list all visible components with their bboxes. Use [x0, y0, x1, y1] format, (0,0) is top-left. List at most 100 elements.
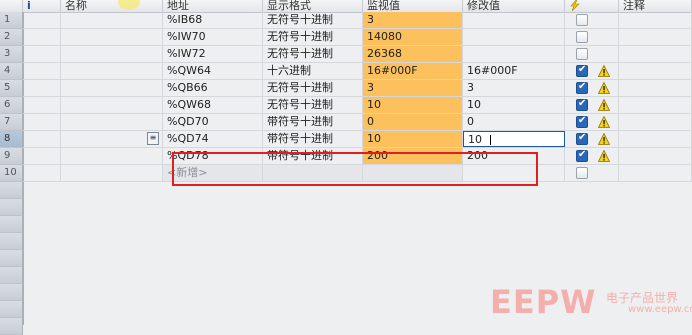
name-cell[interactable] — [61, 97, 163, 113]
table-row[interactable]: ≡ %QD74 带符号十进制 10 10 — [23, 131, 692, 148]
row-number[interactable]: 1 — [0, 12, 23, 29]
format-cell[interactable]: 无符号十进制 — [263, 29, 363, 45]
modify-enable-cell[interactable] — [565, 114, 619, 130]
address-column-header[interactable]: 地址 — [163, 0, 263, 12]
name-cell[interactable] — [61, 12, 163, 28]
row-number[interactable]: 2 — [0, 29, 23, 46]
modify-value-cell[interactable] — [463, 46, 565, 62]
address-cell[interactable]: %QB66 — [163, 80, 263, 96]
name-column-header[interactable]: 名称 — [61, 0, 163, 12]
info-cell[interactable] — [23, 148, 61, 164]
modify-value-cell[interactable]: 3 — [463, 80, 565, 96]
modify-enable-cell[interactable] — [565, 29, 619, 45]
modify-checkbox[interactable] — [576, 149, 588, 162]
modify-checkbox[interactable] — [576, 167, 588, 179]
info-cell[interactable] — [23, 46, 61, 62]
name-cell[interactable] — [61, 80, 163, 96]
comment-cell[interactable] — [619, 63, 692, 79]
monitor-column-header[interactable]: 监视值 — [363, 0, 463, 12]
name-cell[interactable] — [61, 165, 163, 181]
modify-enable-cell[interactable] — [565, 131, 619, 147]
info-column-header[interactable]: i — [23, 0, 61, 12]
info-cell[interactable] — [23, 63, 61, 79]
table-row[interactable]: %IW72 无符号十进制 26368 — [23, 46, 692, 63]
row-number[interactable]: 7 — [0, 114, 23, 131]
modify-value-cell[interactable]: 10 — [463, 97, 565, 113]
address-cell[interactable]: %QW64 — [163, 63, 263, 79]
format-cell[interactable]: 无符号十进制 — [263, 12, 363, 28]
format-cell[interactable]: 带符号十进制 — [263, 131, 363, 147]
info-cell[interactable] — [23, 29, 61, 45]
comment-cell[interactable] — [619, 131, 692, 147]
modify-enable-cell[interactable] — [565, 97, 619, 113]
format-cell[interactable]: 十六进制 — [263, 63, 363, 79]
modify-checkbox[interactable] — [576, 132, 588, 145]
name-cell[interactable] — [61, 148, 163, 164]
row-number[interactable]: 6 — [0, 97, 23, 114]
row-number[interactable]: 4 — [0, 63, 23, 80]
comment-cell[interactable] — [619, 165, 692, 181]
modify-value-cell[interactable]: 16#000F — [463, 63, 565, 79]
info-cell[interactable] — [23, 97, 61, 113]
modify-enable-cell[interactable] — [565, 148, 619, 164]
format-cell[interactable]: 无符号十进制 — [263, 80, 363, 96]
format-cell[interactable]: 无符号十进制 — [263, 97, 363, 113]
comment-cell[interactable] — [619, 148, 692, 164]
row-number[interactable]: 5 — [0, 80, 23, 97]
modify-checkbox[interactable] — [576, 31, 588, 43]
name-cell[interactable] — [61, 29, 163, 45]
info-cell[interactable] — [23, 165, 61, 181]
format-cell[interactable]: 带符号十进制 — [263, 114, 363, 130]
modify-value-cell[interactable] — [463, 12, 565, 28]
name-cell[interactable] — [61, 63, 163, 79]
comment-cell[interactable] — [619, 114, 692, 130]
table-row[interactable]: %QW68 无符号十进制 10 10 — [23, 97, 692, 114]
row-number[interactable]: 3 — [0, 46, 23, 63]
modify-enable-cell[interactable] — [565, 165, 619, 181]
comment-cell[interactable] — [619, 12, 692, 28]
modify-checkbox[interactable] — [576, 98, 588, 111]
modify-checkbox[interactable] — [576, 64, 588, 77]
name-cell[interactable] — [61, 114, 163, 130]
name-picker-icon[interactable]: ≡ — [147, 132, 159, 145]
table-row[interactable]: %QB66 无符号十进制 3 3 — [23, 80, 692, 97]
table-row[interactable]: %IW70 无符号十进制 14080 — [23, 29, 692, 46]
modify-enable-cell[interactable] — [565, 63, 619, 79]
modify-column-header[interactable]: 修改值 — [463, 0, 565, 12]
comment-cell[interactable] — [619, 97, 692, 113]
modify-checkbox[interactable] — [576, 81, 588, 94]
modify-enable-column-header[interactable] — [565, 0, 619, 12]
row-number[interactable]: 10 — [0, 165, 23, 182]
comment-cell[interactable] — [619, 29, 692, 45]
row-number[interactable]: 8 — [0, 131, 23, 148]
row-number[interactable]: 9 — [0, 148, 23, 165]
address-cell[interactable]: %QW68 — [163, 97, 263, 113]
modify-checkbox[interactable] — [576, 115, 588, 128]
modify-value-cell[interactable] — [463, 29, 565, 45]
comment-cell[interactable] — [619, 46, 692, 62]
name-cell[interactable] — [61, 46, 163, 62]
table-row[interactable]: %IB68 无符号十进制 3 — [23, 12, 692, 29]
comment-column-header[interactable]: 注释 — [619, 0, 692, 12]
modify-checkbox[interactable] — [576, 48, 588, 60]
modify-enable-cell[interactable] — [565, 80, 619, 96]
modify-value-input[interactable]: 10 — [463, 131, 565, 147]
info-cell[interactable] — [23, 131, 61, 147]
comment-cell[interactable] — [619, 80, 692, 96]
address-cell[interactable]: %QD74 — [163, 131, 263, 147]
address-cell[interactable]: %QD70 — [163, 114, 263, 130]
table-row[interactable]: %QW64 十六进制 16#000F 16#000F — [23, 63, 692, 80]
table-row[interactable]: %QD70 带符号十进制 0 0 — [23, 114, 692, 131]
format-column-header[interactable]: 显示格式 — [263, 0, 363, 12]
format-cell[interactable]: 无符号十进制 — [263, 46, 363, 62]
address-cell[interactable]: %IB68 — [163, 12, 263, 28]
info-cell[interactable] — [23, 12, 61, 28]
info-cell[interactable] — [23, 80, 61, 96]
modify-enable-cell[interactable] — [565, 12, 619, 28]
modify-value-cell[interactable]: 0 — [463, 114, 565, 130]
address-cell[interactable]: %IW70 — [163, 29, 263, 45]
info-cell[interactable] — [23, 114, 61, 130]
modify-enable-cell[interactable] — [565, 46, 619, 62]
address-cell[interactable]: %IW72 — [163, 46, 263, 62]
modify-checkbox[interactable] — [576, 14, 588, 26]
